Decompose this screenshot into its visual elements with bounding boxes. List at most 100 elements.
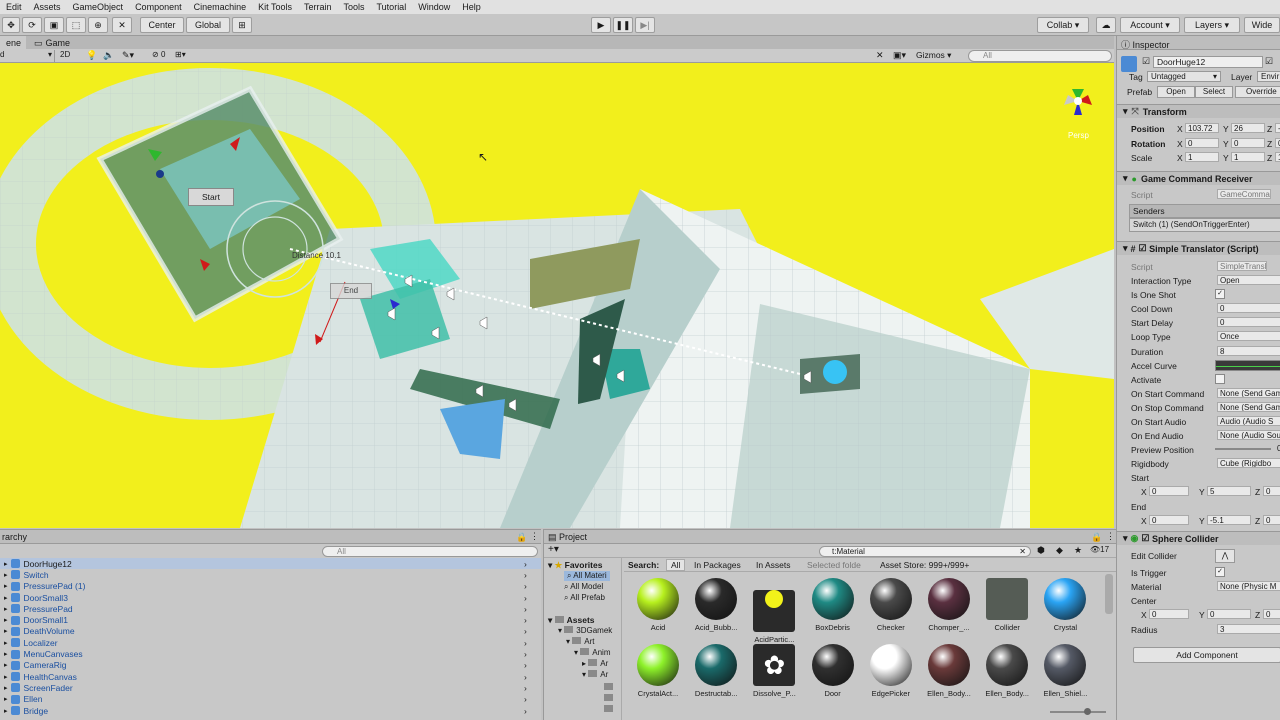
st-property-field[interactable]: Open <box>1217 275 1280 285</box>
hierarchy-item[interactable]: ▸ Ellen › <box>0 694 541 705</box>
st-property-field[interactable]: Cube (Rigidbo <box>1217 458 1280 469</box>
expand-arrow-icon[interactable]: ▸ <box>4 684 8 692</box>
hierarchy-item[interactable]: ▸ Switch › <box>0 569 541 580</box>
open-prefab-chevron-icon[interactable]: › <box>524 660 527 670</box>
st-property-field[interactable]: 0 <box>1217 317 1280 328</box>
st-property-checkbox[interactable] <box>1215 373 1225 384</box>
tab-scene[interactable]: ene <box>0 36 26 50</box>
scale-tool-icon[interactable]: ⬚ <box>66 17 86 33</box>
scope-packages-tab[interactable]: In Packages <box>694 560 741 570</box>
snap-icon[interactable]: ⊞ <box>232 17 252 33</box>
material-asset[interactable]: Chomper_... <box>923 578 975 642</box>
pivot-center-button[interactable]: Center <box>140 17 184 33</box>
material-asset[interactable]: EdgePicker <box>865 644 917 708</box>
shading-mode-dropdown[interactable]: d ▾ <box>0 50 55 62</box>
st-script-field[interactable]: SimpleTransl <box>1217 261 1268 271</box>
material-asset[interactable]: ✿ Dissolve_P... <box>748 644 800 708</box>
layout-dropdown[interactable]: Wide <box>1244 17 1280 33</box>
material-asset[interactable]: Checker <box>865 578 917 642</box>
expand-arrow-icon[interactable]: ▸ <box>4 661 8 669</box>
expand-arrow-icon[interactable]: ▸ <box>4 560 8 568</box>
rotation-x-field[interactable]: 0 <box>1185 138 1219 148</box>
account-dropdown[interactable]: Account ▾ <box>1120 17 1180 33</box>
folder-item[interactable]: ▾ 3DGamek <box>558 626 612 635</box>
hierarchy-item[interactable]: ▸ HealthCanvas › <box>0 671 541 682</box>
folder-item[interactable]: ▾ Ar <box>582 670 608 679</box>
start-y-field[interactable]: 5 <box>1207 486 1251 496</box>
st-property-checkbox[interactable]: ✓ <box>1215 289 1225 300</box>
expand-arrow-icon[interactable]: ▸ <box>4 695 8 703</box>
open-prefab-chevron-icon[interactable]: › <box>524 683 527 693</box>
radius-field[interactable]: 3 <box>1217 624 1280 634</box>
panel-menu-icon[interactable]: ⋮ <box>530 531 539 542</box>
tools-icon[interactable]: ✕ <box>876 50 884 61</box>
expand-arrow-icon[interactable]: ▸ <box>4 605 8 613</box>
hierarchy-item[interactable]: ▸ Bridge › <box>0 705 541 716</box>
scope-assets-tab[interactable]: In Assets <box>756 560 791 570</box>
scale-y-field[interactable]: 1 <box>1231 152 1265 162</box>
hierarchy-item[interactable]: ▸ DoorSmall3 › <box>0 592 541 603</box>
favorite-item[interactable]: ⌕ All Materi <box>564 571 610 581</box>
hierarchy-item[interactable]: ▸ DeathVolume › <box>0 626 541 637</box>
menu-item-gameobject[interactable]: GameObject <box>67 2 130 12</box>
scene-orientation-gizmo[interactable] <box>1058 79 1098 129</box>
folder-item[interactable]: ▾ Anim <box>574 648 610 657</box>
center-z-field[interactable]: 0 <box>1263 609 1280 619</box>
tab-game[interactable]: ▭ Game <box>28 36 76 50</box>
simple-translator-header[interactable]: ▾ # ☑ Simple Translator (Script) <box>1117 241 1280 255</box>
favorite-item[interactable]: ⌕ All Prefab <box>564 593 605 603</box>
hand-tool-icon[interactable]: ✥ <box>2 17 20 33</box>
st-property-field[interactable]: Once <box>1217 331 1280 342</box>
hierarchy-item[interactable]: ▸ PressurePad › <box>0 603 541 614</box>
layers-dropdown[interactable]: Layers ▾ <box>1184 17 1240 33</box>
end-y-field[interactable]: -5.1 <box>1207 515 1251 525</box>
sphere-collider-header[interactable]: ▾ ◉ ☑ Sphere Collider <box>1117 531 1280 545</box>
grid-icon[interactable]: ⊞▾ <box>175 50 186 59</box>
material-asset[interactable]: Ellen_Body... <box>981 644 1033 708</box>
scene-search-input[interactable]: All <box>968 50 1112 62</box>
favorite-star-icon[interactable]: ★ <box>1074 545 1082 556</box>
st-property-field[interactable]: 0 <box>1217 303 1280 314</box>
scope-selected-tab[interactable]: Selected folde <box>807 560 861 570</box>
cloud-icon[interactable]: ☁ <box>1096 17 1116 33</box>
lighting-icon[interactable]: 💡 <box>86 50 97 61</box>
pause-icon[interactable]: ❚❚ <box>613 17 633 33</box>
static-checkbox[interactable]: ☑ <box>1265 56 1273 67</box>
position-x-field[interactable]: 103.72 <box>1185 123 1219 133</box>
hidden-packages-count[interactable]: 👁17 <box>1090 545 1109 554</box>
zoom-slider-handle[interactable] <box>1084 708 1091 715</box>
add-component-button[interactable]: Add Component <box>1133 647 1280 663</box>
create-plus-icon[interactable]: +▾ <box>548 544 559 555</box>
material-asset[interactable]: Acid_Bubb... <box>690 578 742 642</box>
material-asset[interactable]: Collider <box>981 578 1033 642</box>
prefab-open-button[interactable]: Open <box>1157 86 1195 98</box>
custom-tool-icon[interactable]: ✕ <box>112 17 132 33</box>
material-asset[interactable]: Ellen_Shiel... <box>1039 644 1091 708</box>
menu-item-terrain[interactable]: Terrain <box>298 2 338 12</box>
material-asset[interactable]: AcidPartic... <box>748 578 800 644</box>
active-checkbox[interactable]: ☑ <box>1142 56 1150 67</box>
folder-item[interactable]: ▾ Art <box>566 637 594 646</box>
gcr-header[interactable]: ▾ ● Game Command Receiver <box>1117 171 1280 185</box>
hierarchy-item[interactable]: ▸ DoorSmall1 › <box>0 615 541 626</box>
hierarchy-item[interactable]: ▸ PressurePad (1) › <box>0 581 541 592</box>
move-tool-icon[interactable]: ⟳ <box>22 17 42 33</box>
project-lock-icon[interactable]: 🔒 <box>1091 532 1102 543</box>
clear-search-icon[interactable]: ✕ <box>1019 547 1026 556</box>
hidden-count[interactable]: ⊘ 0 <box>152 50 165 59</box>
scope-all-tab[interactable]: All <box>666 559 686 571</box>
menu-item-tools[interactable]: Tools <box>338 2 371 12</box>
expand-arrow-icon[interactable]: ▸ <box>4 639 8 647</box>
open-prefab-chevron-icon[interactable]: › <box>524 615 527 625</box>
scope-store-tab[interactable]: Asset Store: 999+/999+ <box>880 560 969 570</box>
rotation-z-field[interactable]: 0 <box>1275 138 1280 148</box>
scale-z-field[interactable]: 1 <box>1275 152 1280 162</box>
start-handle-label[interactable]: Start <box>188 188 234 206</box>
open-prefab-chevron-icon[interactable]: › <box>524 559 527 569</box>
expand-arrow-icon[interactable]: ▸ <box>4 594 8 602</box>
persp-label[interactable]: Persp <box>1068 131 1089 140</box>
end-z-field[interactable]: 0 <box>1263 515 1280 525</box>
expand-arrow-icon[interactable]: ▸ <box>4 582 8 590</box>
end-x-field[interactable]: 0 <box>1149 515 1189 525</box>
material-asset[interactable]: BoxDebris <box>807 578 859 642</box>
